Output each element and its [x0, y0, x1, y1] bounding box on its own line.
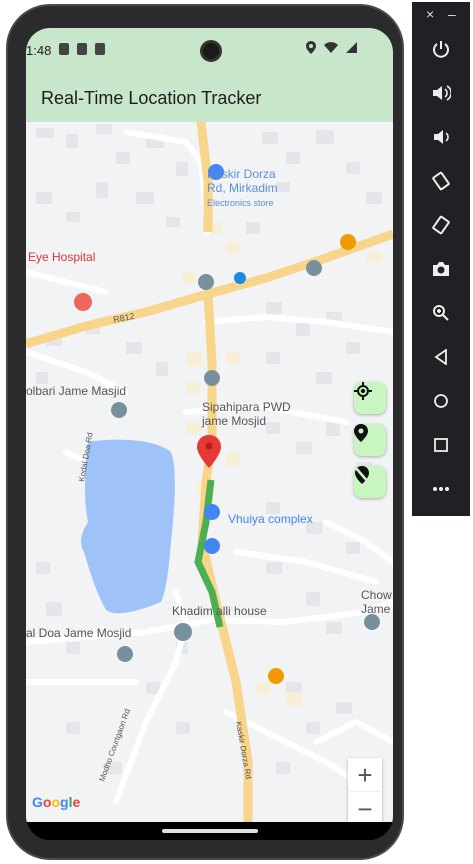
location-pin-icon [354, 424, 368, 442]
wifi-icon [324, 42, 338, 53]
volume-down-button[interactable] [412, 122, 470, 152]
front-camera [200, 40, 222, 62]
emulator-window-controls: × – [412, 6, 470, 26]
camera-icon [433, 262, 449, 276]
back-icon [434, 349, 447, 365]
gesture-nav-bar [26, 822, 393, 840]
restaurant-icon[interactable] [268, 668, 284, 684]
poi-label-vhuiya[interactable]: Vhuiya complex [228, 512, 313, 526]
location-off-button[interactable] [354, 466, 386, 498]
my-location-button[interactable] [354, 382, 386, 414]
poi-label-doa[interactable]: al Doa Jame Mosjid [26, 626, 131, 640]
more-button[interactable] [412, 474, 470, 504]
current-location-marker[interactable] [197, 435, 221, 468]
mosque-icon[interactable] [364, 614, 380, 630]
rotate-left-button[interactable] [412, 166, 470, 196]
my-location-icon [354, 382, 372, 400]
power-icon [433, 41, 449, 58]
lake [81, 439, 175, 614]
shopping-icon[interactable] [204, 538, 220, 554]
place-pin-icon[interactable] [198, 274, 214, 290]
poi-label-olbari[interactable]: olbari Jame Masjid [26, 384, 126, 398]
road-label: R812 [112, 311, 135, 325]
poi-label-khadim[interactable]: Khadim alli house [172, 604, 267, 618]
zoom-out-button[interactable]: − [348, 792, 382, 822]
location-icon [306, 41, 316, 54]
home-icon [434, 394, 448, 408]
status-bar: 1:48 [26, 28, 393, 74]
minimize-button[interactable]: – [448, 6, 456, 22]
system-icons [306, 41, 357, 54]
rotate-left-icon [432, 171, 450, 191]
status-time: 1:48 [26, 43, 52, 58]
power-button[interactable] [412, 34, 470, 64]
hospital-icon[interactable] [74, 293, 92, 311]
shield-icon [59, 43, 69, 55]
emulator-toolbar: × – [412, 2, 470, 516]
poi-label-sipahipara[interactable]: Sipahipara PWD jame Mosjid [202, 400, 312, 428]
location-off-icon [354, 466, 370, 484]
location-pin-button[interactable] [354, 424, 386, 456]
app-bar: Real-Time Location Tracker [26, 74, 393, 122]
overview-icon [434, 438, 448, 452]
poi-label-kaskir[interactable]: Kaskir Dorza Rd, Mirkadim Electronics st… [207, 167, 297, 210]
screenshot-button[interactable] [412, 254, 470, 284]
mosque-icon[interactable] [204, 370, 220, 386]
mosque-icon[interactable] [117, 646, 133, 662]
device-screen: 1:48 Real-Time Location Tracker R812 Kod… [26, 28, 393, 840]
more-icon [433, 487, 449, 491]
map-canvas: R812 Kodal Doa Rd Modho Courtgaon Rd Kas… [26, 122, 393, 822]
map-view[interactable]: R812 Kodal Doa Rd Modho Courtgaon Rd Kas… [26, 122, 393, 822]
phone-frame: 1:48 Real-Time Location Tracker R812 Kod… [6, 4, 404, 860]
overview-button[interactable] [412, 430, 470, 460]
home-gesture-handle[interactable] [162, 829, 258, 833]
app-icon [95, 43, 105, 55]
notification-icons [59, 43, 105, 55]
restaurant-icon[interactable] [340, 234, 356, 250]
poi-label-chow[interactable]: Chow Jame [361, 588, 393, 616]
close-button[interactable]: × [426, 6, 434, 22]
app-title: Real-Time Location Tracker [41, 88, 262, 108]
signal-icon [346, 42, 357, 53]
zoom-in-button[interactable]: + [348, 758, 382, 792]
volume-up-icon [433, 85, 451, 101]
home-button[interactable] [412, 386, 470, 416]
sd-card-icon [77, 43, 87, 55]
mosque-icon[interactable] [111, 402, 127, 418]
zoom-button[interactable] [412, 298, 470, 328]
poi-label-eye-hospital[interactable]: Eye Hospital [28, 250, 95, 264]
rotate-right-icon [432, 215, 450, 235]
google-logo: Google [32, 794, 81, 810]
zoom-icon [433, 305, 449, 321]
school-icon[interactable] [306, 260, 322, 276]
back-button[interactable] [412, 342, 470, 372]
shopping-icon[interactable] [204, 504, 220, 520]
place-pin-icon[interactable] [174, 623, 192, 641]
rotate-right-button[interactable] [412, 210, 470, 240]
volume-down-icon [434, 130, 449, 144]
volume-up-button[interactable] [412, 78, 470, 108]
bus-stop-icon[interactable] [234, 272, 246, 284]
